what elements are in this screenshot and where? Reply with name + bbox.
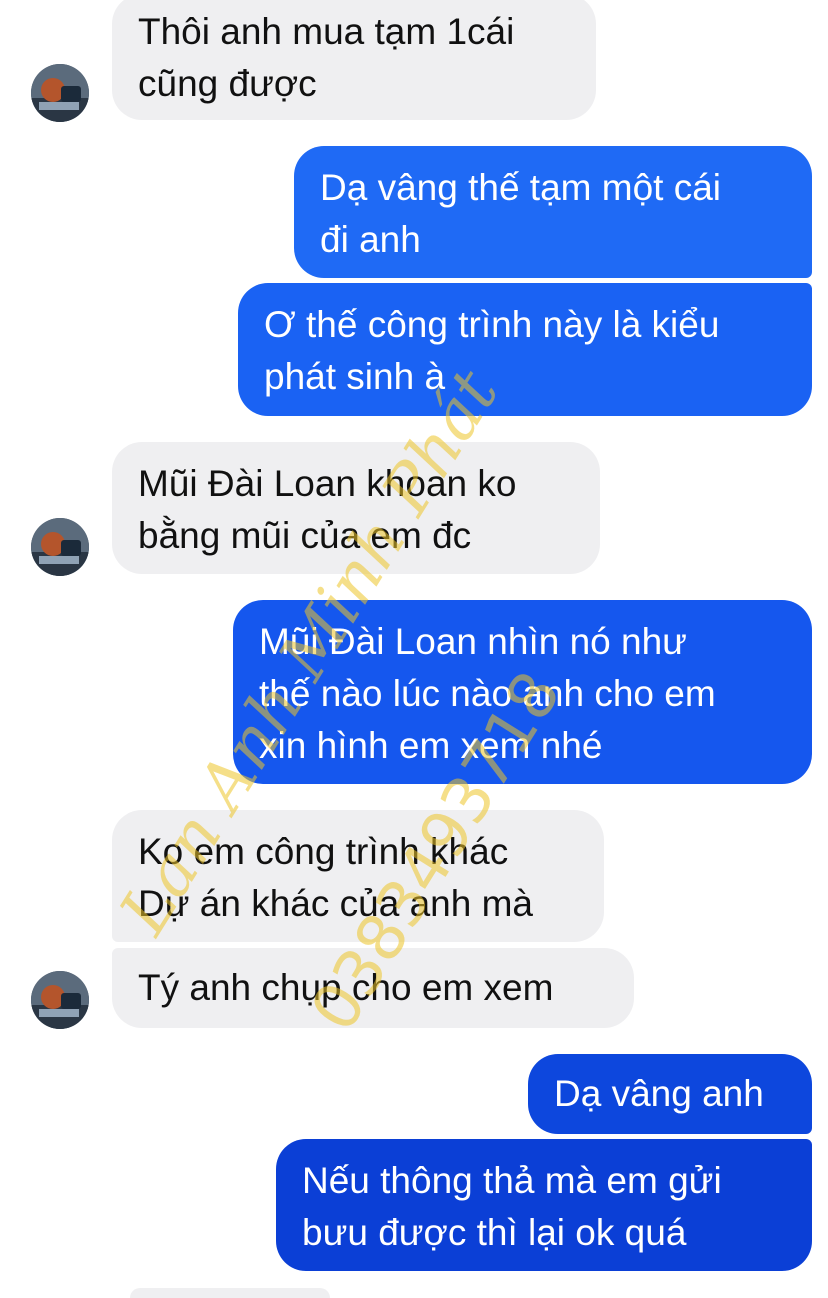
outgoing-message[interactable]: Mũi Đài Loan nhìn nó như thế nào lúc nào… [233, 600, 812, 784]
next-incoming-message-edge [130, 1288, 330, 1298]
contact-avatar-icon[interactable] [31, 64, 89, 122]
outgoing-message[interactable]: Dạ vâng thế tạm một cái đi anh [294, 146, 812, 278]
outgoing-message[interactable]: Ơ thế công trình này là kiểu phát sinh à [238, 283, 812, 416]
incoming-message[interactable]: Mũi Đài Loan khoan ko bằng mũi của em đc [112, 442, 600, 574]
contact-avatar-icon[interactable] [31, 518, 89, 576]
incoming-message[interactable]: Ko em công trình khác Dự án khác của anh… [112, 810, 604, 942]
outgoing-message[interactable]: Nếu thông thả mà em gửi bưu được thì lại… [276, 1139, 812, 1271]
contact-avatar-icon[interactable] [31, 971, 89, 1029]
incoming-message[interactable]: Thôi anh mua tạm 1cái cũng được [112, 0, 596, 120]
chat-thread: Thôi anh mua tạm 1cái cũng được Dạ vâng … [0, 0, 828, 1298]
outgoing-message[interactable]: Dạ vâng anh [528, 1054, 812, 1134]
incoming-message[interactable]: Tý anh chụp cho em xem [112, 948, 634, 1028]
